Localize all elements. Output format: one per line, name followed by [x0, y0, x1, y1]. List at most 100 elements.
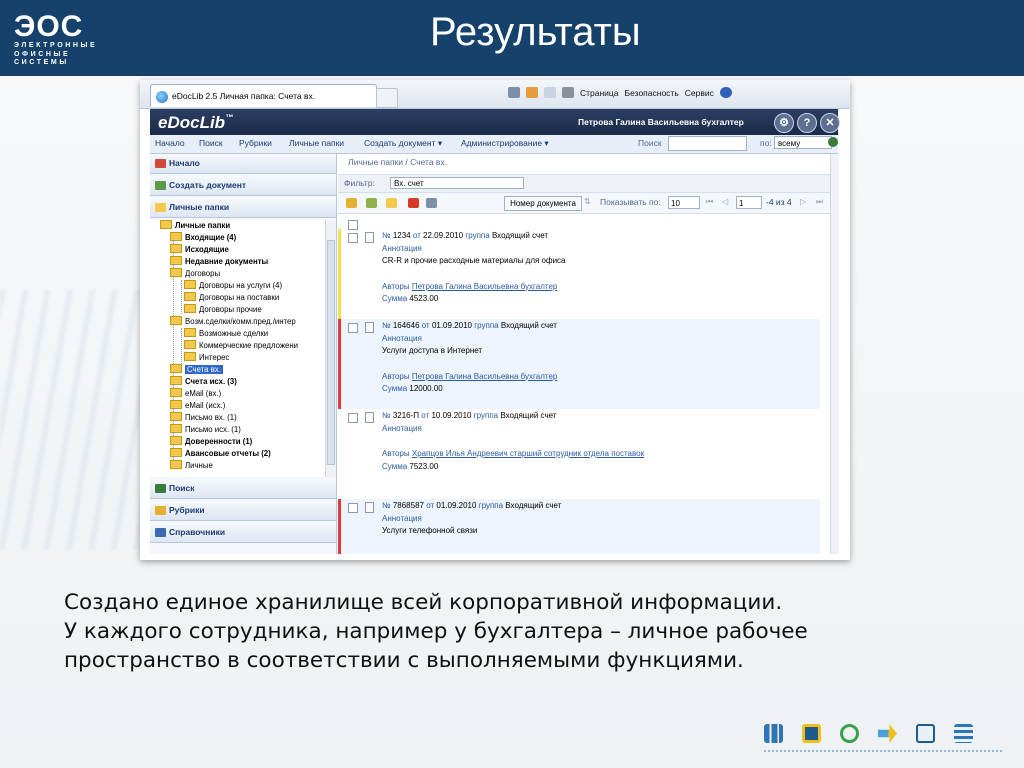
browser-tab[interactable]: eDocLib 2.5 Личная папка: Счета вх.	[150, 84, 377, 107]
document-row[interactable]: № 3216-П от 10.09.2010 группа Входящий с…	[338, 409, 820, 499]
app-header: eDocLib™ Петрова Галина Васильевна бухга…	[150, 109, 840, 135]
sidebar-item-search[interactable]: Поиск	[150, 479, 336, 499]
last-page-icon[interactable]: ⏭	[816, 197, 823, 207]
tree-item-label: Договоры	[185, 269, 221, 278]
tree-item[interactable]: Договоры на поставки	[184, 292, 279, 304]
first-page-icon[interactable]: ⏮	[706, 197, 713, 207]
nav-rubrics[interactable]: Рубрики	[239, 138, 272, 148]
nav-personal-folders[interactable]: Личные папки	[289, 138, 344, 148]
sidebar-item-rubrics[interactable]: Рубрики	[150, 501, 336, 521]
prev-page-icon[interactable]: ◁	[722, 197, 728, 206]
sidebar-item-create-document[interactable]: Создать документ	[150, 176, 336, 196]
document-number[interactable]: 1234	[393, 231, 411, 240]
chart-icon[interactable]	[764, 724, 783, 743]
tree-item[interactable]: eMail (исх.)	[170, 400, 225, 412]
footer-divider	[764, 750, 1004, 752]
tree-item-label: eMail (исх.)	[185, 401, 226, 410]
tree-item[interactable]: Недавние документы	[170, 256, 268, 268]
settings-icon[interactable]: ⚙	[774, 113, 794, 133]
tree-item[interactable]: Личные	[170, 460, 213, 472]
tree-item[interactable]: Возм.сделки/комм.пред./интер	[170, 316, 296, 328]
author-link[interactable]: Храпцов Илья Андреевич старший сотрудник…	[412, 449, 644, 458]
nav-search[interactable]: Поиск	[199, 138, 223, 148]
checklist-icon[interactable]	[954, 724, 973, 743]
scroll-thumb[interactable]	[327, 240, 335, 465]
tree-item[interactable]: Договоры	[170, 268, 220, 280]
nav-administration[interactable]: Администрирование ▾	[461, 138, 549, 149]
nav-create-document[interactable]: Создать документ ▾	[364, 138, 442, 149]
tree-item[interactable]: Письмо вх. (1)	[170, 412, 237, 424]
tree-item[interactable]: Входящие (4)	[170, 232, 236, 244]
row-checkbox[interactable]	[348, 503, 358, 513]
sidebar-item-directories[interactable]: Справочники	[150, 523, 336, 543]
document-row[interactable]: № 7868587 от 01.09.2010 группа Входящий …	[338, 499, 820, 554]
row-checkbox[interactable]	[348, 323, 358, 333]
ie-icon	[156, 90, 168, 103]
search-input[interactable]	[668, 136, 747, 151]
sidebar-item-home[interactable]: Начало	[150, 154, 336, 174]
tree-item[interactable]: Договоры на услуги (4)	[184, 280, 282, 292]
tree-item[interactable]: Письмо исх. (1)	[170, 424, 241, 436]
monitor-icon[interactable]	[916, 724, 935, 743]
document-number[interactable]: 164646	[393, 321, 420, 330]
nav-home[interactable]: Начало	[155, 138, 185, 148]
folder-add-icon[interactable]	[366, 198, 377, 208]
tree-scrollbar[interactable]	[325, 220, 336, 477]
cycle-icon[interactable]	[840, 724, 859, 743]
tree-item[interactable]: Личные папки	[160, 220, 230, 232]
delete-icon[interactable]	[408, 198, 419, 208]
sum-label: Сумма	[382, 294, 408, 303]
key-icon[interactable]	[346, 198, 357, 208]
folder-icon[interactable]	[386, 198, 397, 208]
new-tab-button[interactable]	[376, 88, 398, 108]
menu-page[interactable]: Страница	[580, 88, 619, 98]
page-size-label: Показывать по:	[600, 197, 661, 207]
menu-tools[interactable]: Сервис	[685, 88, 714, 98]
help-icon[interactable]: ?	[797, 113, 817, 133]
tree-item-label: Недавние документы	[185, 257, 269, 266]
document-row[interactable]: № 1234 от 22.09.2010 группа Входящий сче…	[338, 229, 820, 319]
app-screenshot: eDocLib 2.5 Личная папка: Счета вх. Стра…	[140, 80, 850, 560]
tree-item[interactable]: Счета исх. (3)	[170, 376, 237, 388]
page-input[interactable]: 1	[736, 196, 762, 209]
menu-security[interactable]: Безопасность	[625, 88, 679, 98]
home-icon[interactable]	[508, 87, 520, 98]
author-link[interactable]: Петрова Галина Васильевна бухгалтер	[412, 372, 558, 381]
document-list: № 1234 от 22.09.2010 группа Входящий сче…	[338, 216, 820, 554]
author-link[interactable]: Петрова Галина Васильевна бухгалтер	[412, 282, 558, 291]
tree-item[interactable]: Интерес	[184, 352, 229, 364]
help-icon[interactable]	[719, 87, 732, 98]
page-size-select[interactable]: 10	[668, 196, 700, 209]
tree-item[interactable]: Исходящие	[170, 244, 229, 256]
rss-icon[interactable]	[526, 87, 538, 98]
list-scrollbar[interactable]	[830, 154, 839, 554]
tree-item[interactable]: Возможные сделки	[184, 328, 268, 340]
row-checkbox[interactable]	[348, 413, 358, 423]
row-checkbox[interactable]	[348, 233, 358, 243]
document-number[interactable]: 3216-П	[393, 411, 419, 420]
print-icon[interactable]	[426, 198, 437, 208]
print-icon[interactable]	[562, 87, 574, 98]
target-icon[interactable]	[802, 724, 821, 743]
document-row[interactable]: № 164646 от 01.09.2010 группа Входящий с…	[338, 319, 820, 409]
sidebar-item-personal-folders[interactable]: Личные папки	[150, 198, 336, 218]
folder-icon	[170, 460, 182, 469]
tree-item[interactable]: Доверенности (1)	[170, 436, 252, 448]
number-label: №	[382, 321, 391, 330]
folder-icon	[170, 244, 182, 253]
tree-item[interactable]: Авансовые отчеты (2)	[170, 448, 271, 460]
tree-item[interactable]: Коммерческие предложени	[184, 340, 298, 352]
next-page-icon[interactable]: ▷	[800, 197, 806, 206]
close-icon[interactable]: ✕	[820, 113, 840, 133]
tree-item[interactable]: Счета вх.	[170, 364, 223, 376]
document-number[interactable]: 7868587	[393, 501, 424, 510]
arrow-icon[interactable]	[878, 724, 897, 743]
tree-item[interactable]: Договоры прочие	[184, 304, 262, 316]
mail-icon[interactable]	[544, 87, 556, 98]
filter-select[interactable]: Вх. счет	[390, 177, 524, 189]
sort-direction-icon[interactable]: ⇅	[584, 197, 591, 206]
tree-item[interactable]: eMail (вх.)	[170, 388, 221, 400]
sort-field-select[interactable]: Номер документа	[504, 196, 582, 211]
binoculars-icon[interactable]	[828, 137, 838, 147]
scope-select[interactable]: всему	[774, 136, 832, 149]
